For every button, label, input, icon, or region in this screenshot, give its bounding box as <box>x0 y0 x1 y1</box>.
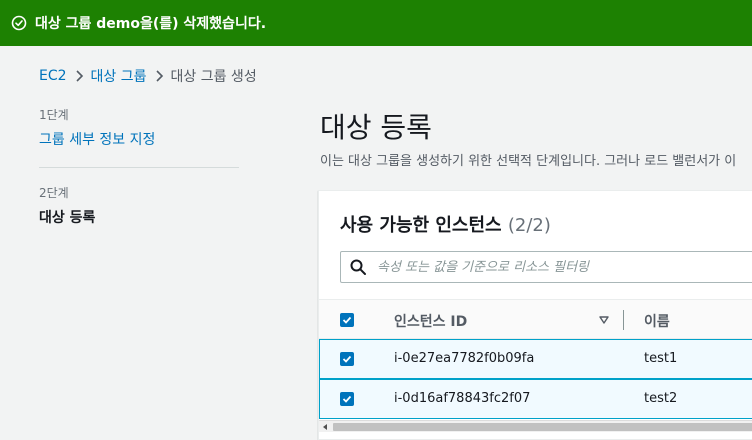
select-all-checkbox[interactable] <box>340 313 354 327</box>
page-title: 대상 등록 <box>320 111 432 144</box>
scroll-left-icon[interactable] <box>321 423 329 431</box>
filter-search-input[interactable] <box>375 258 735 276</box>
row-checkbox[interactable] <box>340 352 354 366</box>
instance-id-cell: i-0d16af78843fc2f07 <box>394 391 531 406</box>
instance-name-cell: test2 <box>644 391 678 406</box>
checkmark-icon <box>342 316 352 324</box>
row-checkbox[interactable] <box>340 392 354 406</box>
flash-success-banner: 대상 그룹 demo을(를) 삭제했습니다. <box>0 0 752 46</box>
check-circle-icon <box>11 15 27 31</box>
column-header-instance-id[interactable]: 인스턴스 ID <box>394 311 467 331</box>
breadcrumb: EC2 대상 그룹 대상 그룹 생성 <box>39 66 257 86</box>
breadcrumb-current: 대상 그룹 생성 <box>170 69 257 85</box>
table-row[interactable]: i-0e27ea7782f0b09fa test1 <box>319 339 752 379</box>
checkmark-icon <box>342 395 352 403</box>
panel-title-text: 사용 가능한 인스턴스 <box>340 215 502 236</box>
chevron-right-icon <box>147 70 171 82</box>
step-number: 2단계 <box>39 186 69 200</box>
panel-title: 사용 가능한 인스턴스 (2/2) <box>340 211 551 237</box>
wizard-step-register-targets: 대상 등록 <box>39 210 96 226</box>
divider <box>39 167 239 168</box>
instance-name-cell: test1 <box>644 351 678 366</box>
search-icon <box>349 258 367 276</box>
table-header: 인스턴스 ID 이름 <box>319 299 752 339</box>
column-resizer[interactable] <box>623 310 624 330</box>
filter-search-box[interactable] <box>340 251 752 283</box>
instance-count: (2/2) <box>507 215 551 236</box>
step-number: 1단계 <box>39 108 69 122</box>
breadcrumb-item-target-groups[interactable]: 대상 그룹 <box>91 66 147 86</box>
breadcrumb-item-ec2[interactable]: EC2 <box>39 68 67 84</box>
chevron-right-icon <box>67 70 91 82</box>
column-header-name[interactable]: 이름 <box>644 311 670 331</box>
page-description: 이는 대상 그룹을 생성하기 위한 선택적 단계입니다. 그러나 로드 밸런서가… <box>320 154 737 169</box>
available-instances-panel: 사용 가능한 인스턴스 (2/2) 인스턴스 ID 이름 i-0e27ea778… <box>318 190 752 440</box>
scrollbar-thumb[interactable] <box>333 423 752 431</box>
wizard-steps-nav: 1단계 그룹 세부 정보 지정 2단계 대상 등록 <box>39 106 239 227</box>
checkmark-icon <box>342 355 352 363</box>
horizontal-scrollbar[interactable] <box>319 420 752 432</box>
wizard-step-specify-group-details[interactable]: 그룹 세부 정보 지정 <box>39 129 239 149</box>
instance-id-cell: i-0e27ea7782f0b09fa <box>394 351 535 366</box>
table-row[interactable]: i-0d16af78843fc2f07 test2 <box>319 379 752 419</box>
caret-down-icon[interactable] <box>598 314 610 326</box>
flash-message: 대상 그룹 demo을(를) 삭제했습니다. <box>35 16 267 32</box>
